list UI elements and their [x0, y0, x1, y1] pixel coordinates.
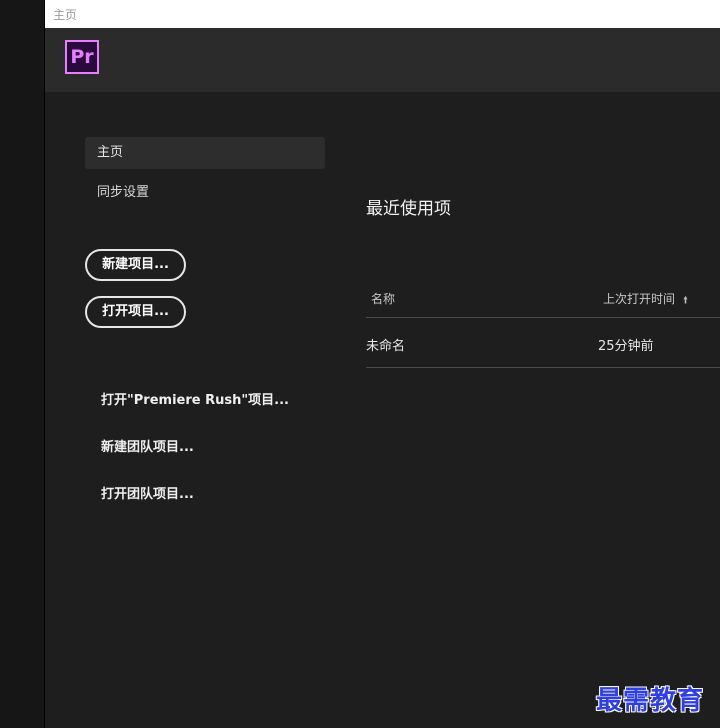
- window-title: 主页: [53, 8, 78, 22]
- column-header-name[interactable]: 名称: [371, 290, 395, 307]
- open-team-project-link[interactable]: 打开团队项目...: [101, 483, 194, 502]
- recent-items-title: 最近使用项: [366, 199, 451, 219]
- premiere-home-window: 主页 Pr 主页 同步设置 新建项目... 打开项目... 打开"Premier…: [45, 0, 720, 728]
- table-header-divider: [366, 317, 720, 318]
- recent-item-name[interactable]: 未命名: [366, 335, 405, 354]
- app-header: Pr: [45, 28, 720, 92]
- premiere-logo-icon: Pr: [65, 40, 99, 74]
- column-header-last-opened-label: 上次打开时间: [603, 292, 676, 306]
- sort-ascending-icon[interactable]: 🠙: [683, 293, 688, 310]
- left-edge-panel: [0, 0, 45, 728]
- new-team-project-link[interactable]: 新建团队项目...: [101, 436, 194, 455]
- recent-item-last-opened: 25分钟前: [598, 339, 654, 354]
- new-project-button[interactable]: 新建项目...: [85, 249, 186, 281]
- nav-item-sync-settings[interactable]: 同步设置: [97, 181, 149, 200]
- open-rush-project-link[interactable]: 打开"Premiere Rush"项目...: [101, 389, 289, 408]
- open-project-button[interactable]: 打开项目...: [85, 296, 186, 328]
- nav-item-home[interactable]: 主页: [85, 137, 325, 169]
- column-header-last-opened[interactable]: 上次打开时间 🠙: [603, 290, 688, 310]
- table-row-divider: [366, 367, 720, 368]
- watermark: 最需教育: [596, 686, 705, 716]
- title-bar: 主页: [45, 0, 720, 28]
